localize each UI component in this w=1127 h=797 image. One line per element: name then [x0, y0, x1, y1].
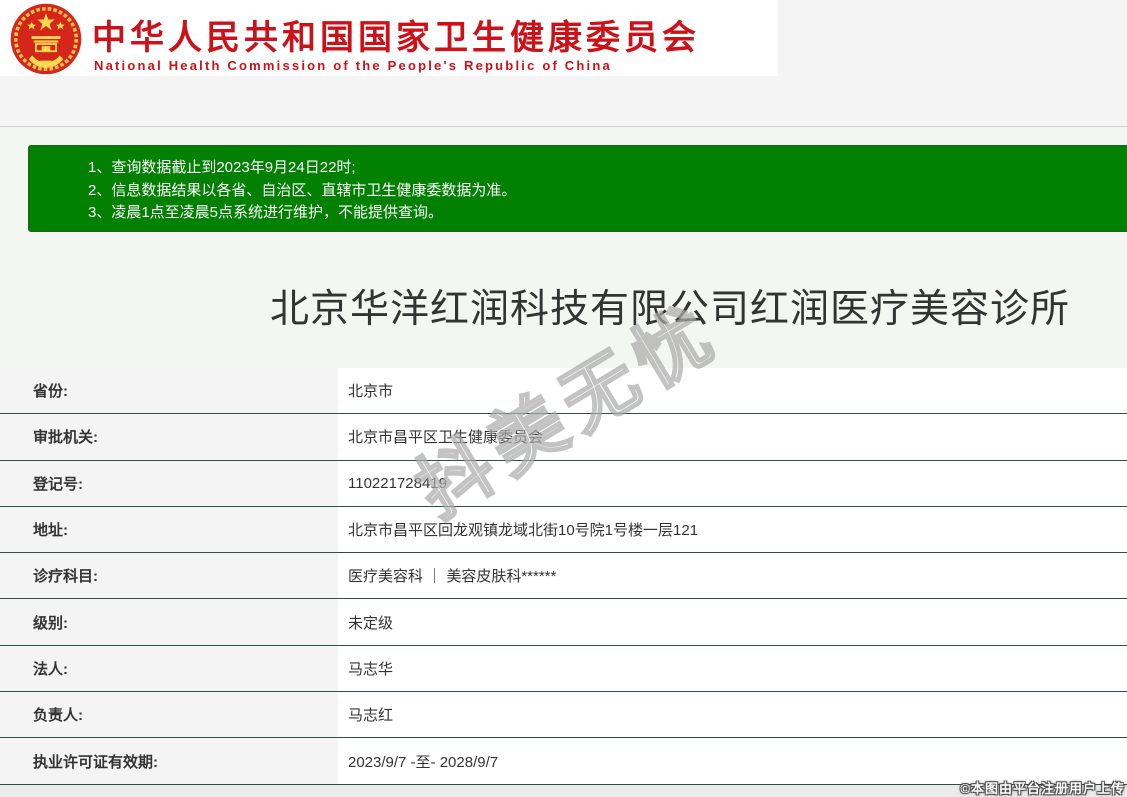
org-name-cn: 中华人民共和国国家卫生健康委员会: [92, 10, 700, 59]
page-root: 中华人民共和国国家卫生健康委员会 National Health Commiss…: [0, 0, 1127, 797]
field-label: 诊疗科目:: [0, 553, 338, 598]
banner-text-block: 中华人民共和国国家卫生健康委员会 National Health Commiss…: [92, 0, 772, 76]
field-label: 地址:: [0, 507, 338, 552]
field-value: 110221728419: [338, 461, 1127, 506]
table-row-legal-person: 法人: 马志华: [0, 646, 1127, 692]
field-label: 执业许可证有效期:: [0, 738, 338, 783]
org-name-en: National Health Commission of the People…: [94, 58, 612, 73]
table-row-license-validity: 执业许可证有效期: 2023/9/7 -至- 2028/9/7: [0, 738, 1127, 784]
field-value: 2023/9/7 -至- 2028/9/7: [338, 738, 1127, 783]
field-value: 北京市: [338, 368, 1127, 413]
notice-padding: [30, 147, 1127, 157]
table-row-approval-authority: 审批机关: 北京市昌平区卫生健康委员会: [0, 414, 1127, 460]
national-emblem-icon: [10, 3, 82, 75]
field-label: 登记号:: [0, 461, 338, 506]
institution-title: 北京华洋红润科技有限公司红润医疗美容诊所: [0, 278, 1127, 334]
table-row-level: 级别: 未定级: [0, 599, 1127, 645]
notice-line-1: 1、查询数据截止到2023年9月24日22时;: [88, 157, 1127, 180]
field-label: 审批机关:: [0, 414, 338, 459]
notice-line-2: 2、信息数据结果以各省、自治区、直辖市卫生健康委数据为准。: [88, 180, 1127, 203]
field-label: 负责人:: [0, 692, 338, 737]
bottom-strip: [0, 785, 1127, 797]
field-value: 马志华: [338, 646, 1127, 691]
notice-line-3: 3、凌晨1点至凌晨5点系统进行维护，不能提供查询。: [88, 202, 1127, 225]
field-label: 法人:: [0, 646, 338, 691]
site-banner: 中华人民共和国国家卫生健康委员会 National Health Commiss…: [0, 0, 778, 76]
table-row-province: 省份: 北京市: [0, 368, 1127, 414]
table-row-treatment-subjects: 诊疗科目: 医疗美容科 ｜ 美容皮肤科******: [0, 553, 1127, 599]
header-divider: [0, 126, 1127, 127]
table-row-registration-number: 登记号: 110221728419: [0, 461, 1127, 507]
table-row-person-in-charge: 负责人: 马志红: [0, 692, 1127, 738]
table-row-address: 地址: 北京市昌平区回龙观镇龙域北街10号院1号楼一层121: [0, 507, 1127, 553]
field-label: 省份:: [0, 368, 338, 413]
field-value: 马志红: [338, 692, 1127, 737]
field-value: 未定级: [338, 599, 1127, 644]
upload-credit-label: ©本图由平台注册用户上传: [960, 778, 1125, 797]
institution-detail-table: 省份: 北京市 审批机关: 北京市昌平区卫生健康委员会 登记号: 1102217…: [0, 368, 1127, 785]
field-label: 级别:: [0, 599, 338, 644]
field-value: 医疗美容科 ｜ 美容皮肤科******: [338, 553, 1127, 598]
notice-box: 1、查询数据截止到2023年9月24日22时; 2、信息数据结果以各省、自治区、…: [28, 145, 1127, 232]
field-value: 北京市昌平区回龙观镇龙域北街10号院1号楼一层121: [338, 507, 1127, 552]
field-value: 北京市昌平区卫生健康委员会: [338, 414, 1127, 459]
